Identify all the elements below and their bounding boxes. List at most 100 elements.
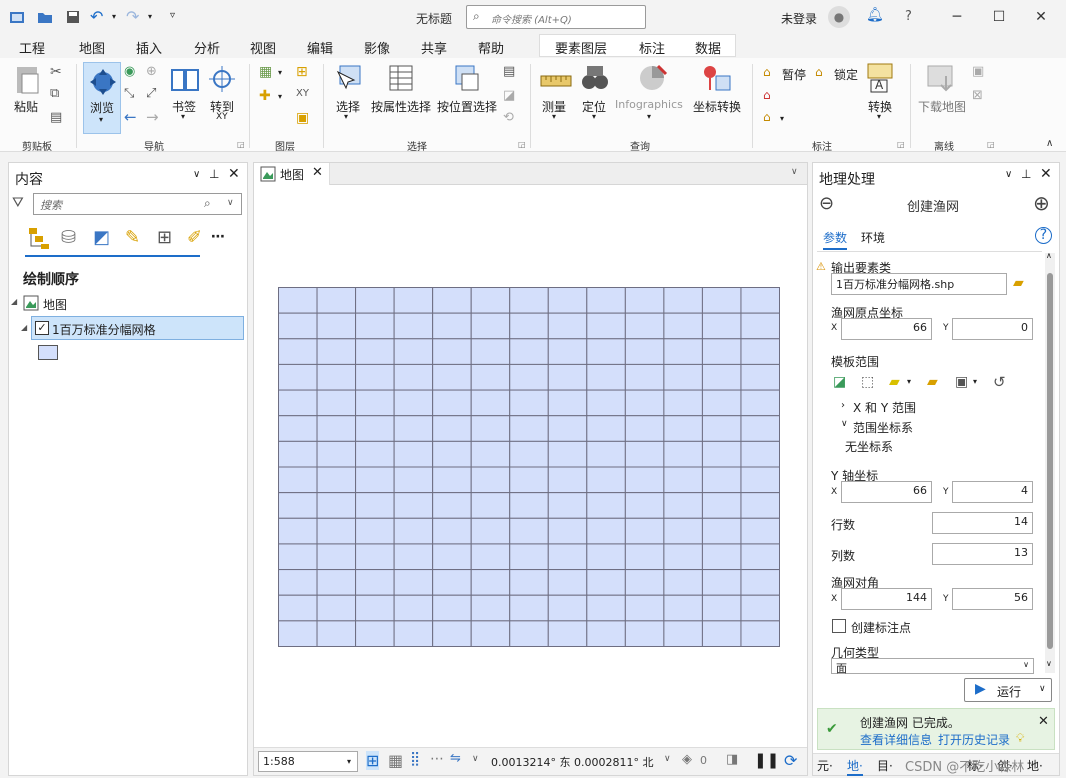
bookmarks-icon[interactable] <box>170 64 200 94</box>
fishnet-cell[interactable] <box>624 363 665 391</box>
rows-input[interactable]: 14 <box>932 512 1033 534</box>
fishnet-cell[interactable] <box>432 363 472 391</box>
fishnet-cell[interactable] <box>740 543 780 571</box>
open-folder-icon[interactable] <box>36 8 54 26</box>
fishnet-cell[interactable] <box>663 620 703 647</box>
fishnet-cell[interactable] <box>740 415 780 442</box>
fishnet-cell[interactable] <box>624 287 665 314</box>
scroll-up-icon[interactable]: ∧ <box>1046 251 1052 260</box>
fishnet-cell[interactable] <box>663 389 703 417</box>
fishnet-cell[interactable] <box>663 569 703 596</box>
browse-folder-icon[interactable]: ▰ <box>1013 275 1024 291</box>
fishnet-cell[interactable] <box>316 620 357 647</box>
fishnet-cell[interactable] <box>701 312 742 340</box>
fishnet-cell[interactable] <box>624 466 665 494</box>
corner-x-input[interactable]: 144 <box>841 588 932 610</box>
tab-insert[interactable]: 插入 <box>136 38 162 57</box>
download-map-label[interactable]: 下载地图 <box>918 98 966 115</box>
range-coordinate-system-label[interactable]: 范围坐标系 <box>853 419 913 436</box>
undo-icon[interactable]: ↶ <box>90 7 103 26</box>
fishnet-cell[interactable] <box>432 569 472 596</box>
fixed-zoom-out-icon[interactable]: ⤢ <box>146 86 156 101</box>
fishnet-cell[interactable] <box>278 594 318 622</box>
scale-selector[interactable]: 1:588 ▾ <box>258 751 358 772</box>
fishnet-cell[interactable] <box>663 338 703 365</box>
fishnet-cell[interactable] <box>393 312 434 340</box>
dialog-launcher-icon[interactable]: ◲ <box>987 140 995 149</box>
tab-catalog-short[interactable]: 元· <box>817 757 833 774</box>
fishnet-cell[interactable] <box>547 594 588 622</box>
fishnet-cell[interactable] <box>470 440 511 468</box>
fishnet-cell[interactable] <box>547 543 588 571</box>
pin-icon[interactable]: ⊥ <box>1021 167 1031 181</box>
fishnet-cell[interactable] <box>624 492 665 519</box>
fishnet-cell[interactable] <box>701 363 742 391</box>
fishnet-cell[interactable] <box>432 517 472 545</box>
redo-icon[interactable]: ↷ <box>126 7 139 26</box>
fishnet-cell[interactable] <box>316 312 357 340</box>
refresh-icon[interactable]: ⟳ <box>784 751 797 770</box>
tab-labeling[interactable]: 标注 <box>639 38 665 57</box>
fishnet-cell[interactable] <box>701 594 742 622</box>
fishnet-cell[interactable] <box>316 338 357 365</box>
fishnet-cell[interactable] <box>586 466 626 494</box>
fishnet-cell[interactable] <box>586 287 626 314</box>
fishnet-cell[interactable] <box>663 312 703 340</box>
fishnet-cell[interactable] <box>470 517 511 545</box>
fishnet-cell[interactable] <box>663 440 703 468</box>
new-project-icon[interactable] <box>8 8 26 26</box>
fishnet-cell[interactable] <box>355 287 395 314</box>
fishnet-cell[interactable] <box>701 466 742 494</box>
fishnet-cell[interactable] <box>432 620 472 647</box>
coordinate-conversion-label[interactable]: 坐标转换 <box>693 98 741 115</box>
fishnet-cell[interactable] <box>393 594 434 622</box>
tab-parameters[interactable]: 参数 <box>823 229 848 250</box>
fishnet-cell[interactable] <box>278 620 318 647</box>
more-icon[interactable]: ⋯ <box>211 229 225 245</box>
fishnet-cell[interactable] <box>586 338 626 365</box>
fishnet-cell[interactable] <box>547 517 588 545</box>
tab-edit[interactable]: 编辑 <box>307 38 333 57</box>
chevron-down-icon[interactable]: ∨ <box>664 754 671 764</box>
fishnet-cell[interactable] <box>547 492 588 519</box>
fishnet-cell[interactable] <box>470 594 511 622</box>
fishnet-cell[interactable] <box>470 569 511 596</box>
maximize-button[interactable]: ☐ <box>986 4 1012 30</box>
fishnet-cell[interactable] <box>663 415 703 442</box>
reset-extent-icon[interactable]: ↺ <box>993 373 1006 391</box>
fishnet-cell[interactable] <box>740 287 780 314</box>
fishnet-cell[interactable] <box>393 338 434 365</box>
copy-path-icon[interactable]: ▤ <box>50 110 62 125</box>
fishnet-cell[interactable] <box>509 594 549 622</box>
create-label-points-label[interactable]: 创建标注点 <box>851 619 911 636</box>
fishnet-cell[interactable] <box>432 492 472 519</box>
select-by-location-label[interactable]: 按位置选择 <box>437 98 497 115</box>
fishnet-cell[interactable] <box>509 338 549 365</box>
fishnet-cell[interactable] <box>393 440 434 468</box>
fishnet-cell[interactable] <box>355 492 395 519</box>
fishnet-cell[interactable] <box>316 492 357 519</box>
map-node-label[interactable]: 地图 <box>43 296 67 313</box>
fishnet-cell[interactable] <box>278 363 318 391</box>
chevron-down-icon[interactable]: ▾ <box>973 377 977 386</box>
undo-dropdown-icon[interactable]: ▾ <box>112 12 116 21</box>
fishnet-cell[interactable] <box>432 543 472 571</box>
customize-qat-icon[interactable]: ▿ <box>170 10 175 21</box>
fishnet-cell[interactable] <box>432 440 472 468</box>
fishnet-cell[interactable] <box>586 363 626 391</box>
chevron-right-icon[interactable]: › <box>841 400 845 411</box>
fishnet-cell[interactable] <box>316 569 357 596</box>
filter-toggle-icon[interactable]: ◨ <box>726 752 738 767</box>
add-data-icon[interactable]: ⊞ <box>296 64 308 80</box>
fishnet-cell[interactable] <box>432 312 472 340</box>
paste-label[interactable]: 粘贴 <box>14 98 38 115</box>
fishnet-cell[interactable] <box>432 594 472 622</box>
chevron-down-icon[interactable]: ▾ <box>780 114 784 123</box>
tip-icon[interactable]: 💡︎ <box>1016 731 1024 746</box>
tab-geoprocessing-short[interactable]: 地· <box>847 757 863 776</box>
fishnet-cell[interactable] <box>470 492 511 519</box>
fishnet-cell[interactable] <box>740 338 780 365</box>
filter-icon[interactable]: ⛛ <box>12 195 24 211</box>
constraint-icon[interactable]: ⋯ <box>430 751 444 767</box>
collapse-ribbon-icon[interactable]: ∧ <box>1046 138 1053 149</box>
